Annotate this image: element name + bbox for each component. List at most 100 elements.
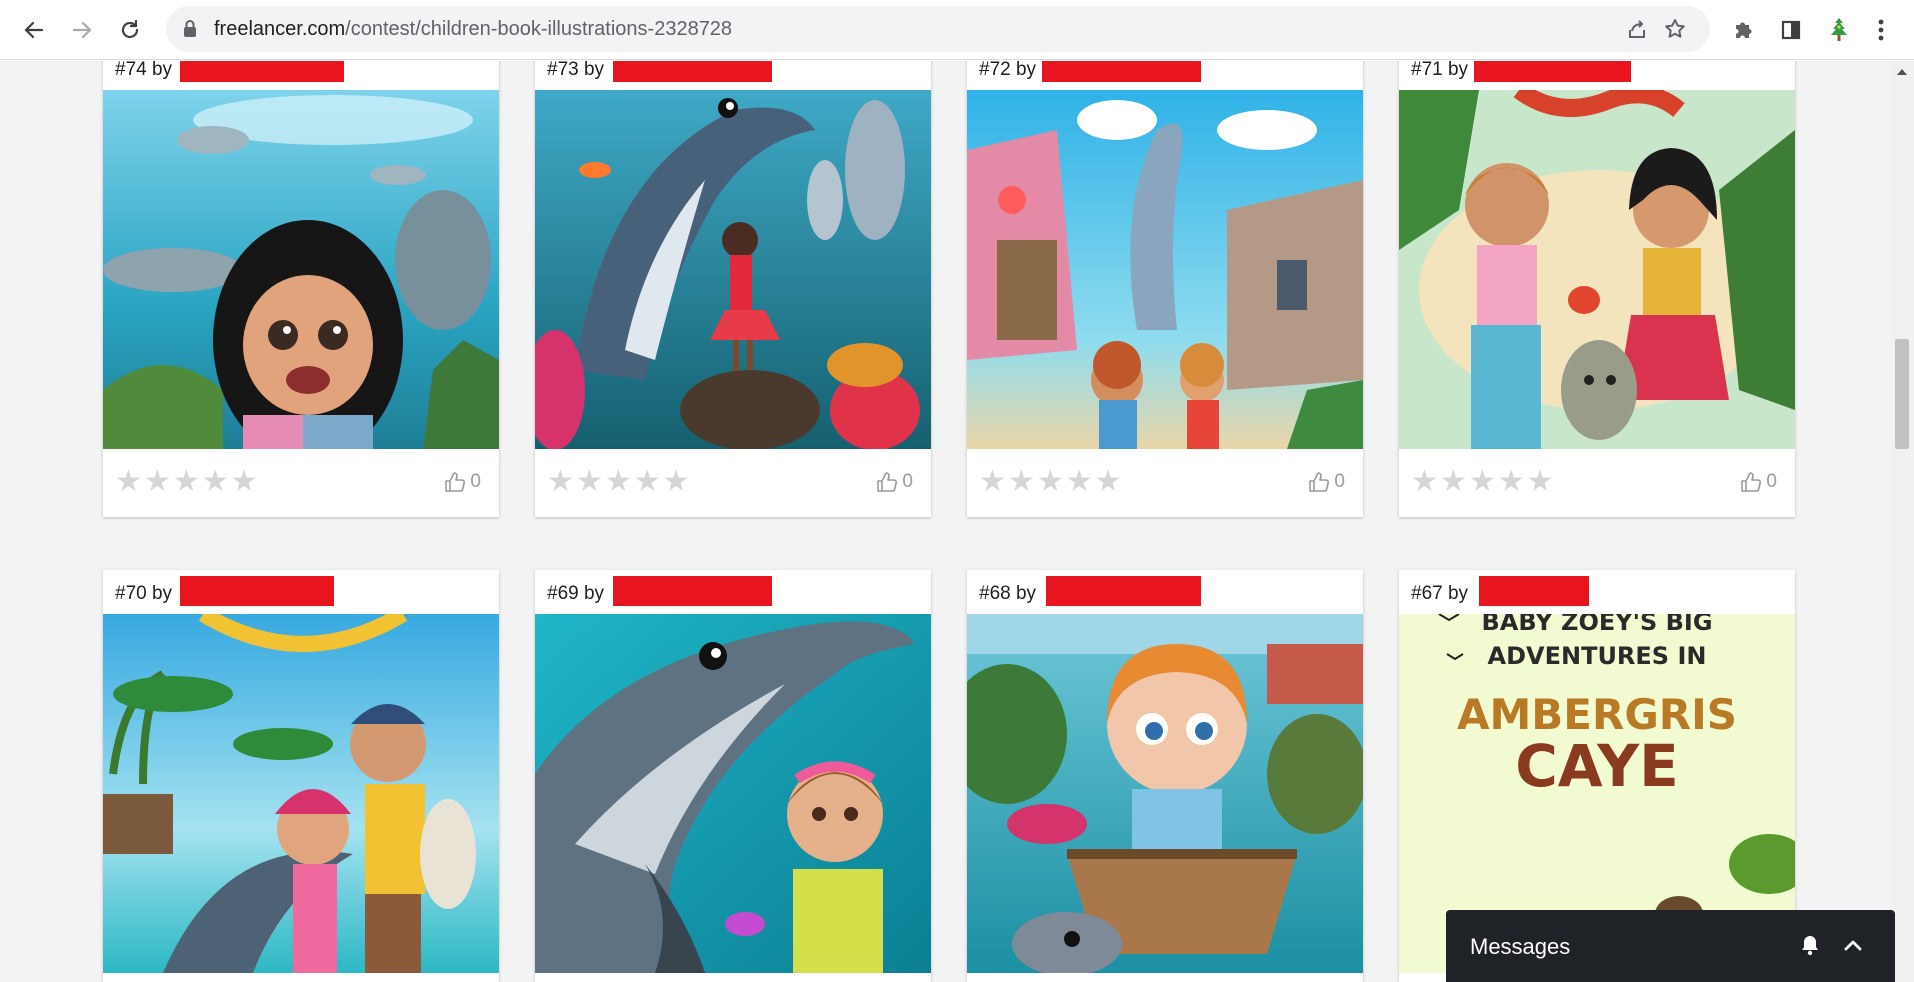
star-icon[interactable]: ★: [634, 467, 661, 497]
like-button[interactable]: 0: [1740, 471, 1777, 493]
star-icon[interactable]: ★: [1440, 467, 1467, 497]
entry-thumbnail[interactable]: [1399, 90, 1795, 449]
entry-thumbnail[interactable]: [535, 90, 931, 449]
star-icon[interactable]: ★: [1527, 467, 1554, 497]
star-icon[interactable]: ★: [576, 467, 603, 497]
url-host: freelancer.com: [214, 18, 346, 40]
entry-card[interactable]: #69 by: [535, 570, 931, 982]
share-icon[interactable]: [1624, 16, 1650, 42]
star-rating[interactable]: ★ ★ ★ ★ ★: [1411, 467, 1554, 497]
side-panel-icon[interactable]: [1773, 12, 1809, 48]
url-path: /contest/children-book-illustrations-232…: [345, 18, 733, 40]
entry-footer: ★ ★ ★ ★ ★ 0: [1399, 449, 1795, 517]
entry-thumbnail[interactable]: [103, 614, 499, 973]
entry-header: #70 by: [103, 570, 499, 614]
bookmark-star-icon[interactable]: [1662, 16, 1688, 42]
thumbs-up-icon: [877, 472, 898, 492]
entry-header: #72 by: [967, 61, 1363, 90]
page-scrollbar[interactable]: [1890, 61, 1914, 982]
star-icon[interactable]: ★: [1498, 467, 1525, 497]
entry-card[interactable]: #74 by ★ ★ ★ ★ ★ 0: [103, 61, 499, 517]
entry-header: #71 by: [1399, 61, 1795, 90]
scroll-thumb[interactable]: [1895, 339, 1909, 449]
entry-thumbnail[interactable]: [967, 614, 1363, 973]
entry-footer: ★ ★ ★ ★ ★ 0: [103, 449, 499, 517]
like-count: 0: [1334, 471, 1345, 492]
entry-number: #72 by: [979, 61, 1037, 80]
star-icon[interactable]: ★: [979, 467, 1006, 497]
like-button[interactable]: 0: [876, 471, 913, 493]
redacted-username: [180, 576, 334, 606]
redacted-username: [613, 576, 772, 606]
star-icon[interactable]: ★: [144, 467, 171, 497]
bell-icon[interactable]: [1800, 934, 1820, 961]
entry-header: #67 by: [1399, 570, 1795, 614]
star-icon[interactable]: ★: [605, 467, 632, 497]
entry-header: #68 by: [967, 570, 1363, 614]
entry-number: #70 by: [115, 583, 173, 604]
reload-icon[interactable]: [112, 12, 148, 48]
address-bar[interactable]: freelancer.com/contest/children-book-ill…: [166, 6, 1710, 52]
contest-entries-grid: #74 by ★ ★ ★ ★ ★ 0 #73 by ★ ★ ★ ★ ★ 0 #7…: [0, 61, 1890, 982]
redacted-username: [1474, 61, 1631, 82]
entry-number: #71 by: [1411, 61, 1469, 80]
star-icon[interactable]: ★: [115, 467, 142, 497]
thumbs-up-icon: [1741, 472, 1762, 492]
star-icon[interactable]: ★: [663, 467, 690, 497]
messages-widget[interactable]: Messages: [1446, 910, 1895, 982]
star-icon[interactable]: ★: [202, 467, 229, 497]
star-icon[interactable]: ★: [1469, 467, 1496, 497]
entry-number: #73 by: [547, 61, 605, 80]
redacted-username: [1479, 576, 1589, 606]
star-icon[interactable]: ★: [1411, 467, 1438, 497]
entry-number: #74 by: [115, 61, 173, 80]
entry-footer: ★ ★ ★ ★ ★ 0: [535, 449, 931, 517]
like-count: 0: [470, 471, 481, 492]
messages-label[interactable]: Messages: [1470, 934, 1570, 960]
entry-number: #67 by: [1411, 583, 1469, 604]
like-button[interactable]: 0: [444, 471, 481, 493]
star-rating[interactable]: ★ ★ ★ ★ ★: [547, 467, 690, 497]
redacted-username: [613, 61, 772, 82]
star-icon[interactable]: ★: [231, 467, 258, 497]
entry-thumbnail[interactable]: [103, 90, 499, 449]
star-icon[interactable]: ★: [1037, 467, 1064, 497]
thumbs-up-icon: [445, 472, 466, 492]
entry-header: #69 by: [535, 570, 931, 614]
entry-card[interactable]: #71 by ★ ★ ★ ★ ★ 0: [1399, 61, 1795, 517]
star-icon[interactable]: ★: [1095, 467, 1122, 497]
browser-toolbar: freelancer.com/contest/children-book-ill…: [0, 0, 1914, 60]
star-icon[interactable]: ★: [1066, 467, 1093, 497]
entry-thumbnail[interactable]: [967, 90, 1363, 449]
menu-kebab-icon[interactable]: [1869, 12, 1893, 48]
star-icon[interactable]: ★: [1008, 467, 1035, 497]
entry-card[interactable]: #72 by ★ ★ ★ ★ ★ 0: [967, 61, 1363, 517]
like-count: 0: [1766, 471, 1777, 492]
redacted-username: [180, 61, 344, 82]
chevron-up-icon[interactable]: [1842, 934, 1864, 961]
entry-card[interactable]: #73 by ★ ★ ★ ★ ★ 0: [535, 61, 931, 517]
star-icon[interactable]: ★: [547, 467, 574, 497]
entry-header: #74 by: [103, 61, 499, 90]
forward-icon[interactable]: [64, 12, 100, 48]
extensions-puzzle-icon[interactable]: [1725, 12, 1761, 48]
like-button[interactable]: 0: [1308, 471, 1345, 493]
tree-extension-icon[interactable]: [1821, 12, 1857, 48]
star-icon[interactable]: ★: [173, 467, 200, 497]
entry-card[interactable]: #68 by: [967, 570, 1363, 982]
scroll-up-arrow[interactable]: [1897, 69, 1907, 75]
entry-number: #68 by: [979, 583, 1037, 604]
redacted-username: [1046, 576, 1201, 606]
entry-card[interactable]: #70 by: [103, 570, 499, 982]
star-rating[interactable]: ★ ★ ★ ★ ★: [979, 467, 1122, 497]
star-rating[interactable]: ★ ★ ★ ★ ★: [115, 467, 258, 497]
redacted-username: [1042, 61, 1201, 82]
entry-header: #73 by: [535, 61, 931, 90]
back-icon[interactable]: [16, 12, 52, 48]
lock-icon[interactable]: [182, 19, 198, 44]
url-text[interactable]: freelancer.com/contest/children-book-ill…: [214, 18, 732, 41]
entry-number: #69 by: [547, 583, 605, 604]
entry-thumbnail[interactable]: [535, 614, 931, 973]
entry-footer: ★ ★ ★ ★ ★ 0: [967, 449, 1363, 517]
like-count: 0: [902, 471, 913, 492]
